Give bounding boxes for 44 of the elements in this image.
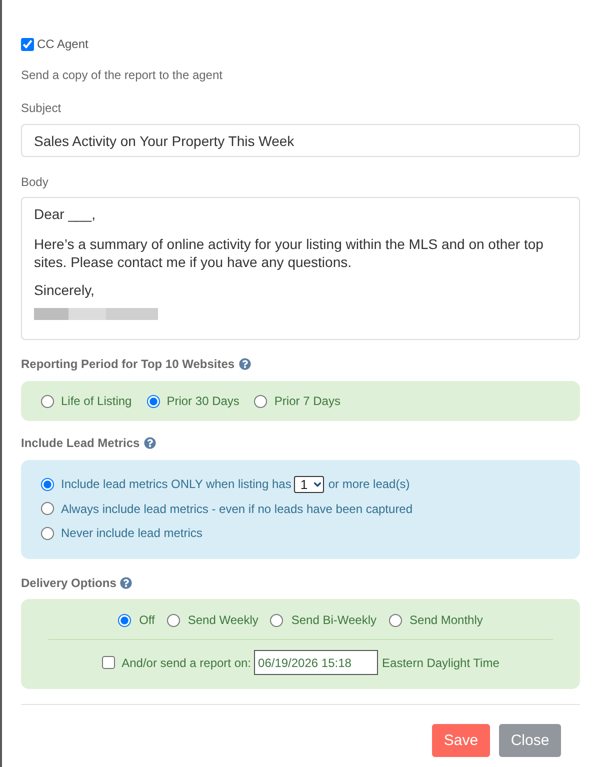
hint-text: Send a copy of the report to the agent [21, 67, 224, 83]
cc-agent-checkbox[interactable] [21, 38, 34, 50]
radio-button[interactable] [254, 394, 268, 408]
body-paragraph: Here’s a summary of online activity for your listing within the MLS and on other top sites. Please contact me if you have any questions. [34, 235, 544, 271]
radio-button[interactable] [166, 614, 180, 626]
save-button[interactable]: Save [432, 724, 490, 757]
field-label: Body [21, 174, 50, 190]
radio-button[interactable] [118, 614, 132, 626]
lead-count-select[interactable]: 1 [294, 476, 324, 493]
option-label[interactable]: Send Monthly [410, 612, 483, 628]
option-label[interactable]: Prior 7 Days [274, 393, 340, 409]
body-editor[interactable]: Dear ___, Here’s a summary of online activity for your listing within the MLS and on other top sites. Please contact me if you have any questions. Sincerely, [21, 197, 580, 340]
radio-button[interactable] [388, 614, 402, 626]
close-button[interactable]: Close [499, 724, 561, 757]
help-icon[interactable] [144, 437, 156, 449]
section-heading: Reporting Period for Top 10 Websites [21, 356, 235, 372]
field-label: Subject [21, 100, 62, 116]
option-label[interactable]: Life of Listing [61, 393, 132, 409]
help-icon[interactable] [120, 577, 132, 589]
option-label[interactable]: Always include lead metrics - even if no leads have been captured [61, 500, 413, 517]
radio-button[interactable] [41, 502, 54, 516]
help-icon[interactable] [238, 358, 251, 370]
radio-button[interactable] [41, 478, 54, 491]
body-paragraph: Sincerely, [34, 281, 96, 299]
radio-button[interactable] [146, 394, 160, 408]
radio-button[interactable] [270, 614, 284, 626]
option-label[interactable]: Include lead metrics ONLY when listing has [61, 476, 292, 492]
timezone-label: Eastern Daylight Time [382, 654, 500, 670]
radio-button[interactable] [41, 526, 54, 540]
radio-button[interactable] [41, 394, 54, 408]
body-paragraph: Dear ___, [34, 205, 96, 223]
option-label[interactable]: Prior 30 Days [166, 393, 240, 409]
option-label[interactable]: or more lead(s) [328, 476, 410, 492]
checkbox-label[interactable]: CC Agent [37, 36, 88, 52]
checkbox-label[interactable]: And/or send a report on: [122, 654, 252, 670]
option-label[interactable]: Never include lead metrics [61, 525, 202, 542]
option-label[interactable]: Off [139, 612, 155, 628]
schedule-checkbox[interactable] [102, 656, 115, 669]
section-heading: Delivery Options [21, 575, 116, 591]
date-time-field[interactable]: 06/19/2026 15:18 [254, 650, 378, 675]
subject-field[interactable]: Sales Activity on Your Property This Week [21, 124, 580, 157]
option-label[interactable]: Send Bi-Weekly [291, 612, 377, 628]
section-heading: Include Lead Metrics [21, 435, 140, 451]
option-label[interactable]: Send Weekly [188, 612, 258, 628]
